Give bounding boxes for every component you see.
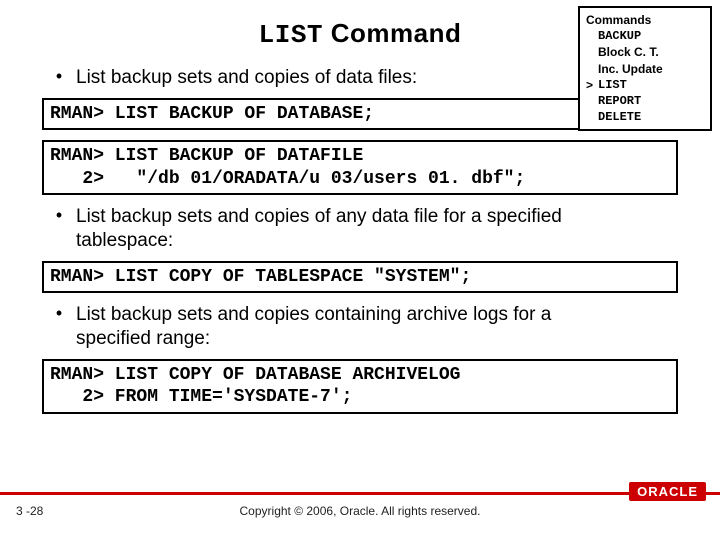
topics-box: Commands BACKUP Block C. T. Inc. Update … — [578, 6, 712, 131]
copyright-text: Copyright © 2006, Oracle. All rights res… — [0, 504, 720, 518]
bullet-dot-icon: • — [42, 303, 76, 325]
topic-row: REPORT — [586, 93, 704, 109]
topic-label: LIST — [598, 77, 704, 93]
topic-row: Block C. T. — [586, 44, 704, 60]
topic-label: REPORT — [598, 93, 704, 109]
topic-mark — [586, 28, 598, 44]
page-number: 3 -28 — [16, 504, 43, 518]
code-block: RMAN> LIST COPY OF TABLESPACE "SYSTEM"; — [42, 261, 678, 294]
code-block: RMAN> LIST COPY OF DATABASE ARCHIVELOG 2… — [42, 359, 678, 414]
topic-row: Inc. Update — [586, 61, 704, 77]
code-block: RMAN> LIST BACKUP OF DATAFILE 2> "/db 01… — [42, 140, 678, 195]
bullet-text: List backup sets and copies of any data … — [76, 205, 678, 253]
topic-mark — [586, 44, 598, 60]
topic-mark — [586, 109, 598, 125]
title-rest: Command — [323, 18, 461, 48]
oracle-logo-text: ORACLE — [629, 482, 706, 501]
topic-mark — [586, 93, 598, 109]
topic-row: > LIST — [586, 77, 704, 93]
topic-label: DELETE — [598, 109, 704, 125]
topic-row: BACKUP — [586, 28, 704, 44]
bullet-dot-icon: • — [42, 66, 76, 88]
slide: LIST Command Commands BACKUP Block C. T.… — [0, 0, 720, 414]
bullet-dot-icon: • — [42, 205, 76, 227]
bullet-list: • List backup sets and copies containing… — [42, 303, 678, 351]
bullet-list: • List backup sets and copies of any dat… — [42, 205, 678, 253]
topic-mark: > — [586, 77, 598, 93]
topics-header: Commands — [586, 12, 704, 28]
topic-row: DELETE — [586, 109, 704, 125]
oracle-logo: ORACLE — [629, 482, 706, 501]
topic-mark — [586, 61, 598, 77]
title-mono: LIST — [259, 20, 323, 50]
topic-label: BACKUP — [598, 28, 704, 44]
bullet-item: • List backup sets and copies containing… — [42, 303, 678, 351]
bullet-item: • List backup sets and copies of any dat… — [42, 205, 678, 253]
topic-label: Block C. T. — [598, 44, 704, 60]
bullet-text: List backup sets and copies containing a… — [76, 303, 678, 351]
footer: 3 -28 Copyright © 2006, Oracle. All righ… — [0, 492, 720, 526]
bullet-text: List backup sets and copies of data file… — [76, 66, 507, 90]
topic-label: Inc. Update — [598, 61, 704, 77]
